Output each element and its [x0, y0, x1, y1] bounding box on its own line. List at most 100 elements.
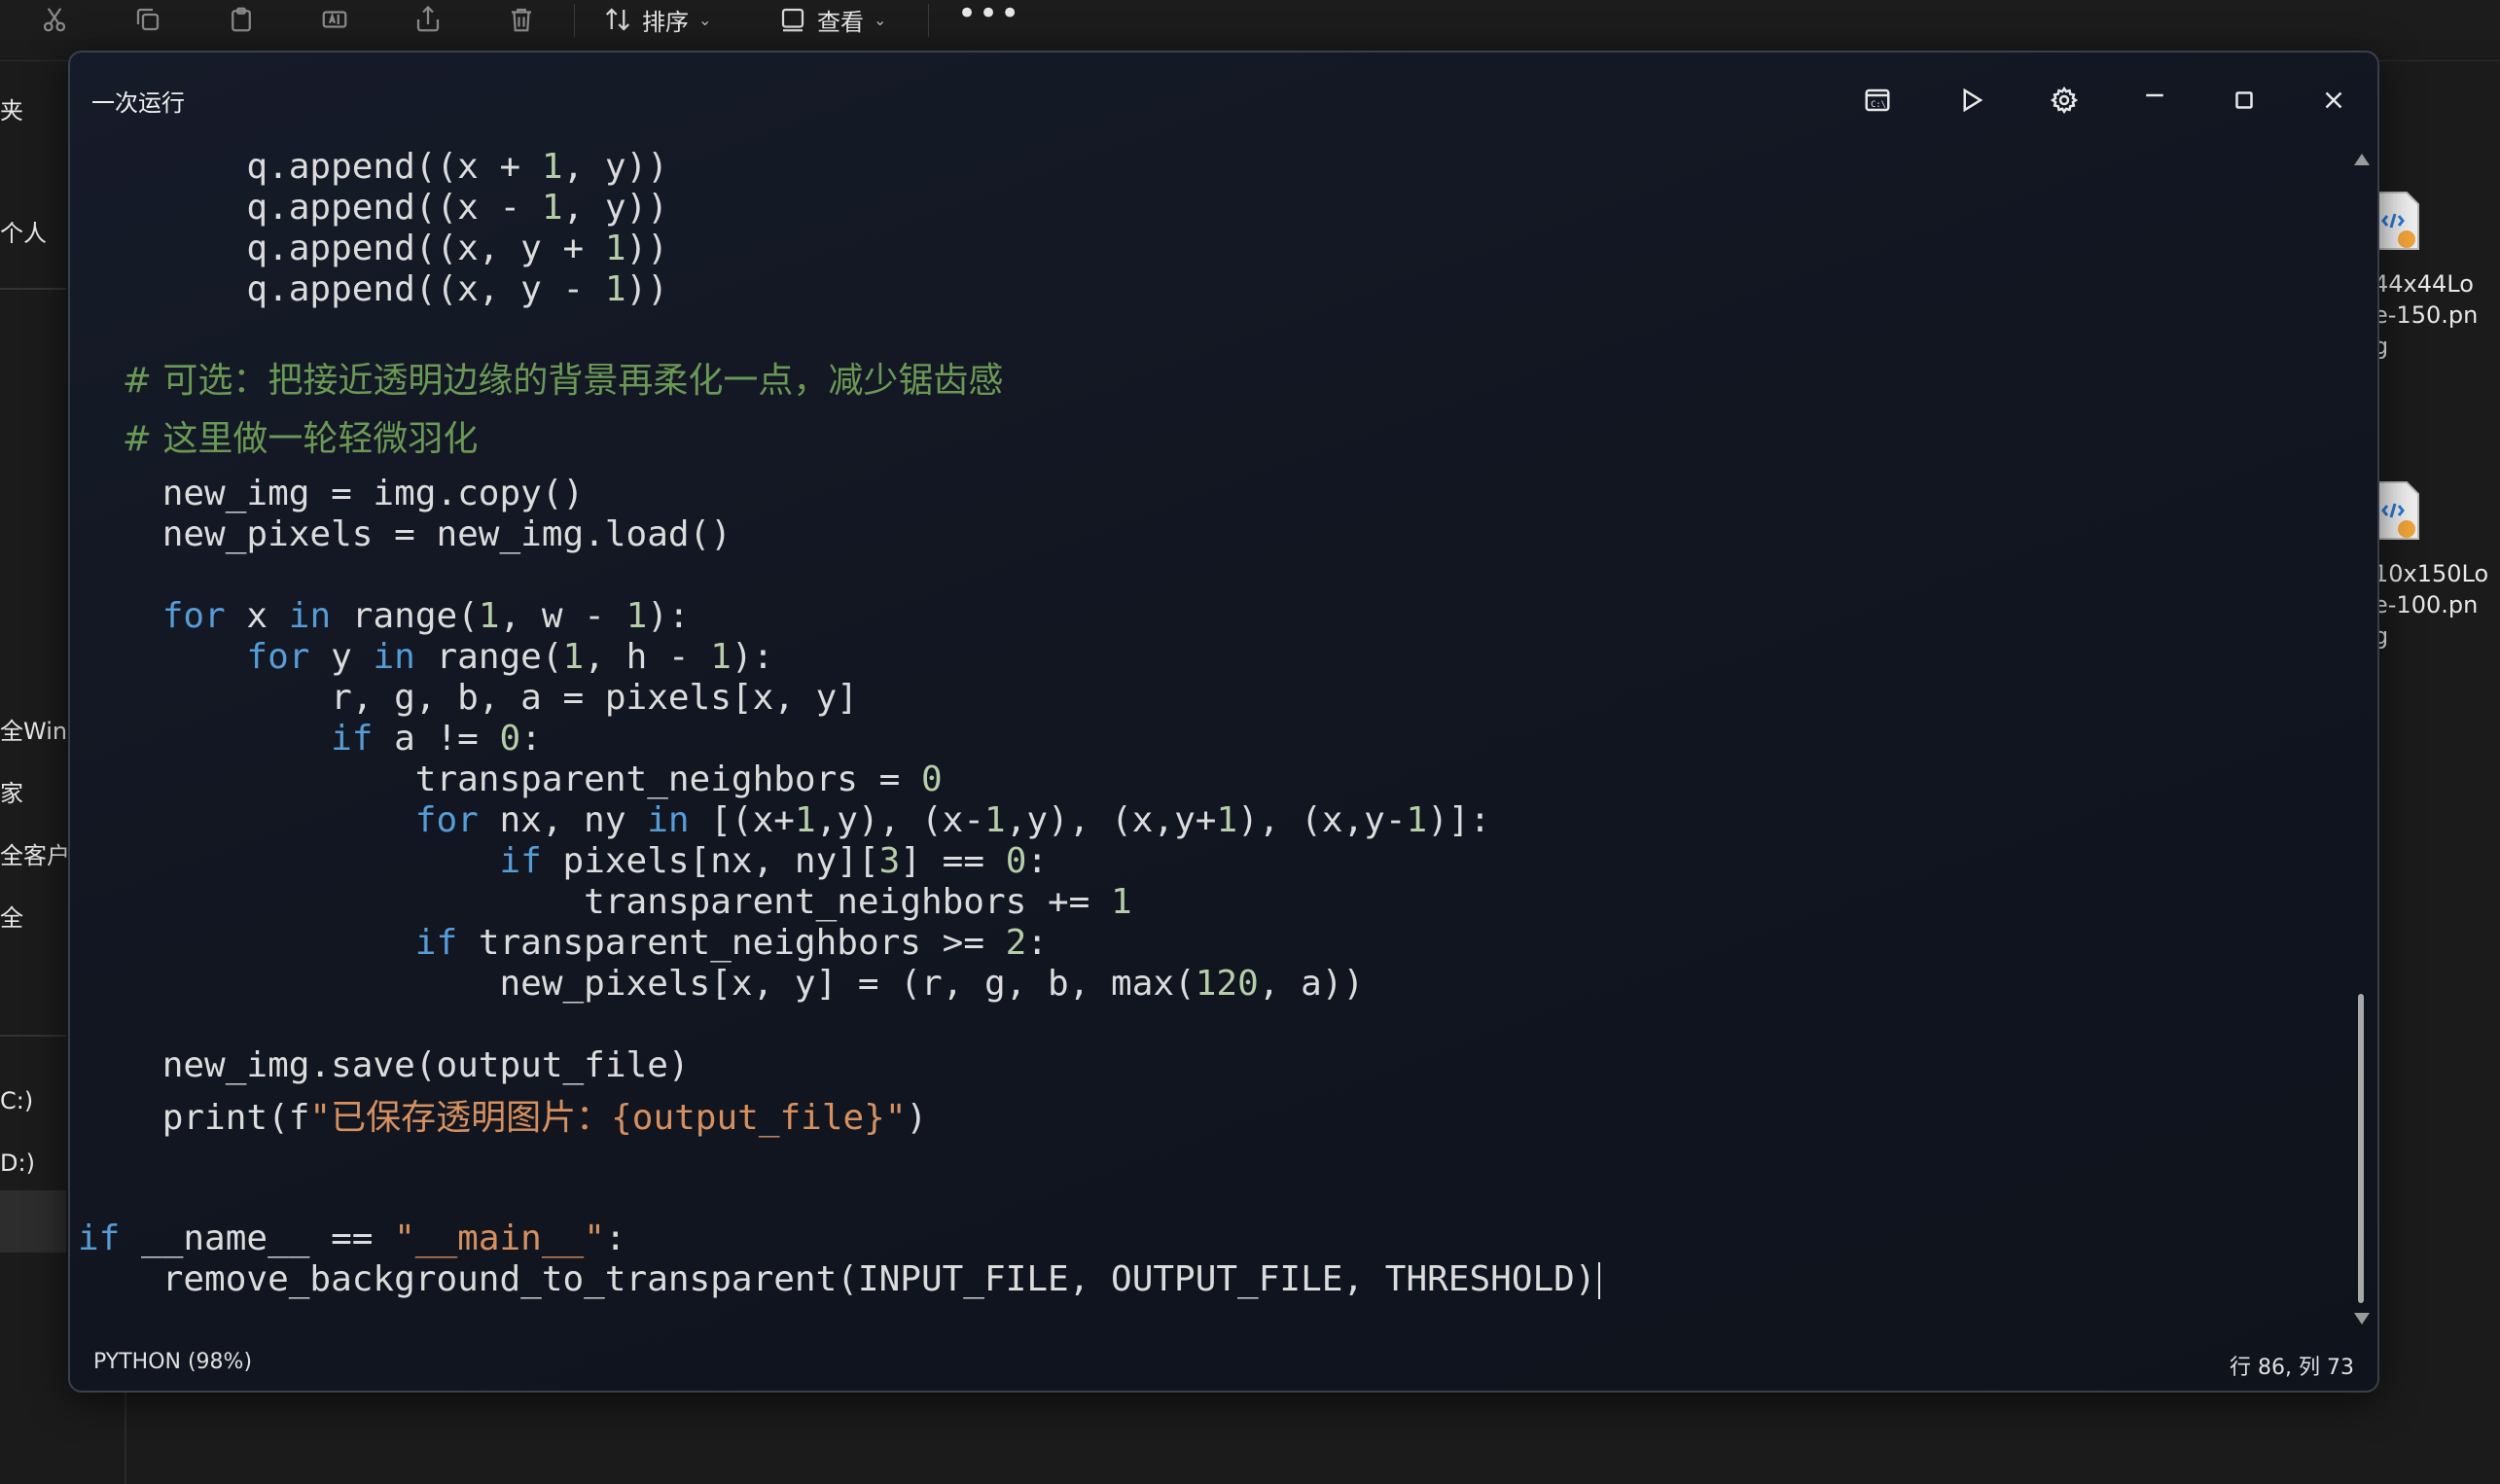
- code-text: )]:: [1427, 800, 1491, 840]
- code-line[interactable]: q.append((x, y - 1)): [78, 268, 668, 311]
- code-text: [(x+: [689, 800, 795, 840]
- delete-icon[interactable]: [500, 0, 543, 39]
- code-number: 1: [541, 147, 563, 187]
- nav-selection-highlight: [0, 1190, 66, 1253]
- close-button[interactable]: [2309, 76, 2358, 124]
- code-text: )): [625, 269, 668, 309]
- code-text: transparent_neighbors =: [78, 760, 921, 799]
- paste-icon[interactable]: [220, 0, 263, 39]
- nav-item[interactable]: 夹: [0, 91, 23, 125]
- code-number: 2: [1005, 923, 1027, 963]
- code-number: 1: [710, 637, 732, 677]
- code-text: transparent_neighbors >=: [457, 923, 1006, 963]
- scroll-up-arrow-icon[interactable]: [2354, 154, 2370, 165]
- code-number: 0: [1005, 841, 1027, 881]
- code-text: new_pixels[x, y] = (r, g, b, max(: [78, 964, 1196, 1004]
- code-line[interactable]: transparent_neighbors = 0: [78, 759, 943, 801]
- cursor-position: 行 86, 列 73: [2230, 1356, 2354, 1380]
- code-number: 0: [920, 760, 943, 799]
- play-icon: [1963, 88, 1983, 113]
- code-line[interactable]: if a != 0:: [78, 718, 542, 760]
- chevron-down-icon: ⌄: [698, 10, 712, 29]
- code-line[interactable]: q.append((x - 1, y)): [78, 187, 668, 230]
- code-text: y: [309, 637, 374, 677]
- settings-button[interactable]: [2040, 76, 2089, 124]
- scrollbar-thumb[interactable]: [2358, 994, 2364, 1303]
- code-line[interactable]: r, g, b, a = pixels[x, y]: [78, 677, 858, 720]
- code-line[interactable]: new_pixels[x, y] = (r, g, b, max(120, a)…: [78, 963, 1364, 1006]
- code-line[interactable]: # 这里做一轮轻微羽化: [78, 418, 479, 461]
- code-text: :: [1026, 841, 1049, 881]
- code-line[interactable]: if pixels[nx, ny][3] == 0:: [78, 840, 1048, 883]
- code-line[interactable]: # 可选：把接近透明边缘的背景再柔化一点，减少锯齿感: [78, 360, 1004, 403]
- code-line[interactable]: print(f"已保存透明图片：{output_file}"): [78, 1097, 928, 1140]
- rename-icon[interactable]: [313, 0, 356, 39]
- minimize-button[interactable]: [2130, 76, 2179, 124]
- sort-button[interactable]: 排序 ⌄: [603, 2, 711, 37]
- nav-divider: [0, 1035, 66, 1037]
- nav-divider: [0, 288, 66, 290]
- code-text: , y)): [562, 188, 668, 228]
- explorer-toolbar: 排序 ⌄ 查看 ⌄ •••: [0, 0, 2500, 39]
- share-icon[interactable]: [407, 0, 449, 39]
- code-text: ,y), (x,y+: [1005, 800, 1217, 840]
- title-bar[interactable]: 一次运行 C:\: [70, 53, 2377, 146]
- gear-icon: [2050, 86, 2079, 115]
- cut-icon[interactable]: [33, 0, 76, 39]
- close-icon: [2325, 91, 2342, 109]
- code-line[interactable]: for nx, ny in [(x+1,y), (x-1,y), (x,y+1)…: [78, 799, 1490, 842]
- code-line[interactable]: new_pixels = new_img.load(): [78, 513, 732, 556]
- nav-item[interactable]: 全: [0, 899, 23, 933]
- code-line[interactable]: new_img.save(output_file): [78, 1044, 690, 1087]
- code-line[interactable]: for x in range(1, w - 1):: [78, 595, 690, 638]
- svg-text:C:\: C:\: [1871, 100, 1886, 110]
- code-line[interactable]: if __name__ == "__main__":: [78, 1218, 626, 1260]
- code-number: 1: [604, 269, 626, 309]
- code-keyword: for: [414, 800, 479, 840]
- sort-label: 排序: [642, 8, 689, 36]
- terminal-button[interactable]: C:\: [1853, 76, 1902, 124]
- more-options-button[interactable]: •••: [957, 0, 1021, 37]
- run-button[interactable]: [1946, 76, 1995, 124]
- maximize-icon: [2235, 91, 2253, 109]
- nav-item[interactable]: 个人: [0, 214, 47, 248]
- language-indicator[interactable]: PYTHON (98%): [93, 1350, 252, 1374]
- code-line[interactable]: for y in range(1, h - 1):: [78, 636, 773, 679]
- nav-item[interactable]: 家: [0, 774, 23, 808]
- code-number: 3: [878, 841, 901, 881]
- toolbar-separator: [574, 4, 575, 37]
- code-number: 1: [541, 188, 563, 228]
- code-comment: # 可选：把接近透明边缘的背景再柔化一点，减少锯齿感: [78, 361, 1004, 401]
- code-number: 120: [1195, 964, 1259, 1004]
- code-line[interactable]: q.append((x, y + 1)): [78, 228, 668, 270]
- code-text: ,y), (x-: [815, 800, 985, 840]
- code-line[interactable]: transparent_neighbors += 1: [78, 881, 1132, 924]
- code-line[interactable]: q.append((x + 1, y)): [78, 146, 668, 189]
- code-text: , y)): [562, 147, 668, 187]
- png-file-icon: [2376, 192, 2419, 250]
- code-string: "已保存透明图片：{output_file}": [309, 1098, 907, 1138]
- code-number: 1: [562, 637, 585, 677]
- view-button[interactable]: 查看 ⌄: [778, 2, 886, 37]
- code-text: ] ==: [900, 841, 1006, 881]
- maximize-button[interactable]: [2220, 76, 2268, 124]
- code-text: , w -: [499, 596, 626, 636]
- code-line[interactable]: if transparent_neighbors >= 2:: [78, 922, 1048, 965]
- terminal-icon: C:\: [1865, 88, 1890, 112]
- scroll-down-arrow-icon[interactable]: [2354, 1313, 2370, 1325]
- code-editor[interactable]: q.append((x + 1, y)) q.append((x - 1, y)…: [70, 146, 2346, 1391]
- nav-item[interactable]: C:): [0, 1087, 33, 1114]
- minimize-icon: [2146, 93, 2163, 97]
- code-line[interactable]: remove_background_to_transparent(INPUT_F…: [78, 1258, 1600, 1301]
- code-text: a !=: [373, 719, 500, 759]
- code-line[interactable]: new_img = img.copy(): [78, 473, 584, 515]
- copy-icon[interactable]: [126, 0, 169, 39]
- code-text: , a)): [1258, 964, 1365, 1004]
- code-text: remove_background_to_transparent(INPUT_F…: [78, 1259, 1596, 1299]
- nav-item[interactable]: D:): [0, 1149, 35, 1177]
- vertical-scrollbar[interactable]: [2350, 150, 2374, 1336]
- code-number: 0: [499, 719, 521, 759]
